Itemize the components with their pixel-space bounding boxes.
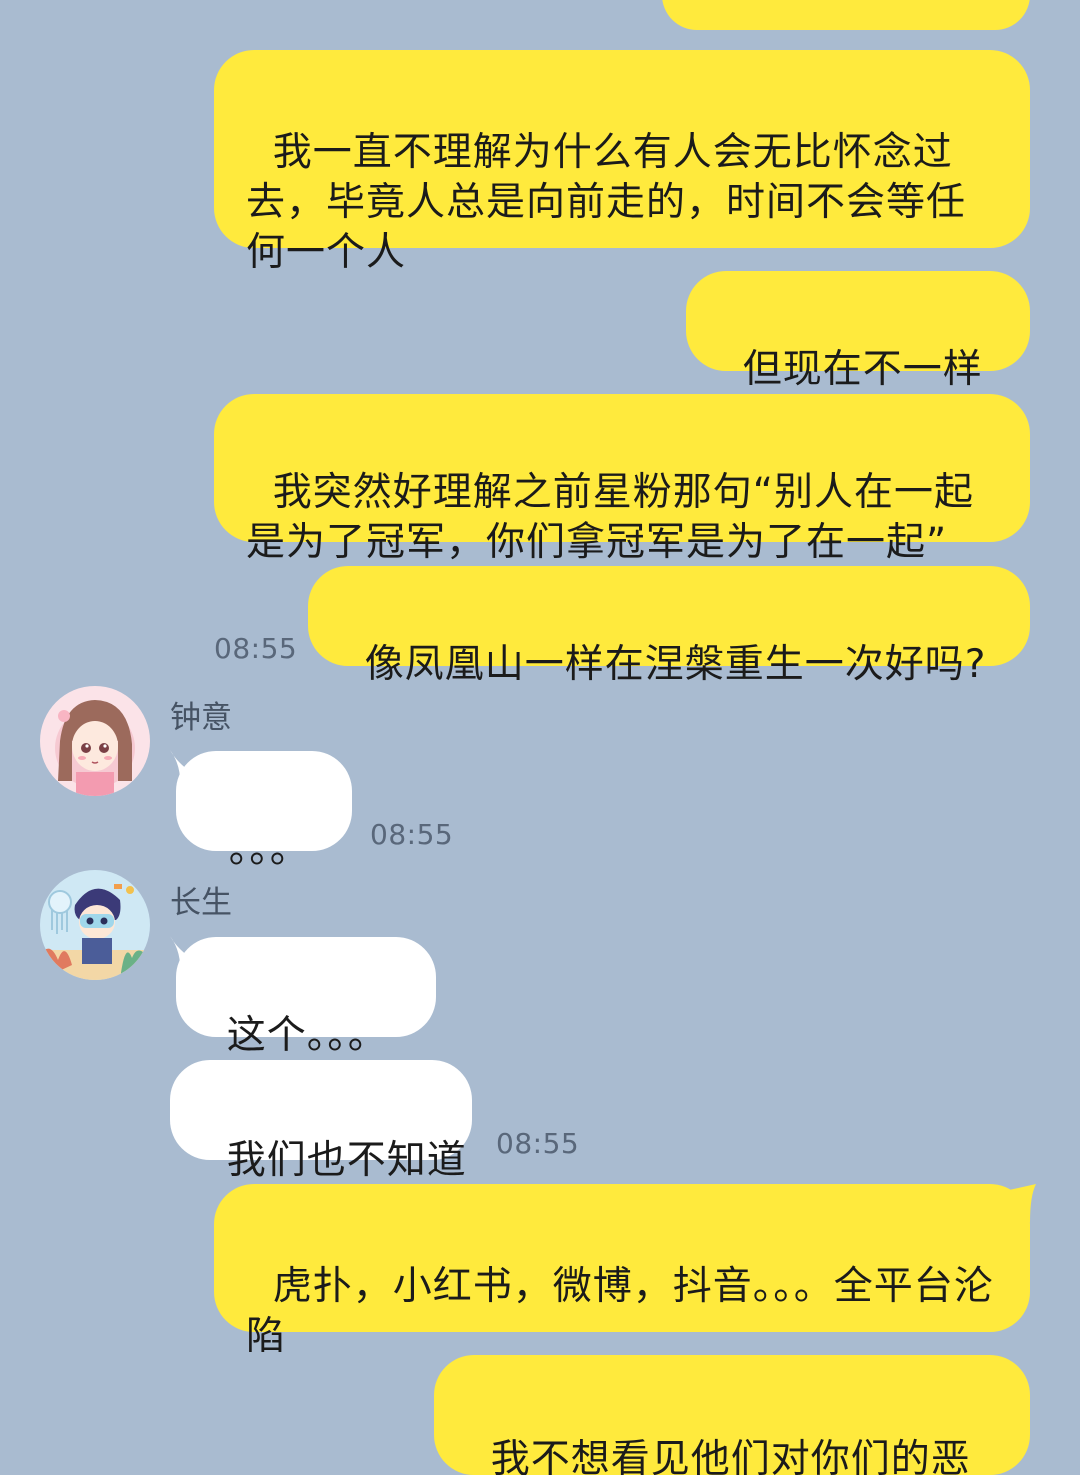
message-bubble-theirs[interactable]: 这个。。。: [176, 937, 436, 1058]
message-text: 我一直不理解为什么有人会无比怀念过去，毕竟人总是向前走的，时间不会等任何一个人: [246, 130, 967, 275]
message-timestamp: 08:55: [214, 632, 298, 665]
anime-boy-ocean-avatar-icon: [40, 870, 150, 980]
message-bubble-mine[interactable]: 像凤凰山一样在涅槃重生一次好吗?: [308, 566, 1030, 687]
message-bubble-mine[interactable]: 我不想看见他们对你们的恶意: [434, 1355, 1030, 1475]
message-bubble-mine[interactable]: 我一直不理解为什么有人会无比怀念过去，毕竟人总是向前走的，时间不会等任何一个人: [214, 50, 1030, 275]
avatar-changsheng[interactable]: [40, 870, 150, 980]
message-bubble-mine[interactable]: 但现在不一样了: [686, 271, 1030, 442]
message-bubble-mine[interactable]: 我突然好理解之前星粉那句“别人在一起是为了冠军，你们拿冠军是为了在一起”: [214, 394, 1030, 565]
message-text: 虎扑，小红书，微博，抖音。。。全平台沦陷: [246, 1264, 994, 1359]
message-text: 这个。。。: [226, 1013, 388, 1058]
message-bubble-mine[interactable]: 虎扑，小红书，微博，抖音。。。全平台沦陷: [214, 1184, 1030, 1359]
message-text: 。。。: [228, 827, 310, 872]
sender-name: 钟意: [170, 700, 232, 736]
message-text: 我们也不知道: [226, 1138, 467, 1183]
anime-girl-avatar-icon: [40, 686, 150, 796]
avatar-zhongyi[interactable]: [40, 686, 150, 796]
message-timestamp: 08:55: [496, 1127, 580, 1160]
message-text: 我突然好理解之前星粉那句“别人在一起是为了冠军，你们拿冠军是为了在一起”: [246, 470, 975, 565]
message-bubble-theirs[interactable]: 。。。: [176, 751, 352, 872]
message-text: 我不想看见他们对你们的恶意: [490, 1437, 971, 1475]
message-text: 像凤凰山一样在涅槃重生一次好吗?: [364, 642, 987, 687]
message-timestamp: 08:55: [370, 818, 454, 851]
message-bubble-partial-top[interactable]: [662, 0, 1030, 30]
message-bubble-theirs[interactable]: 我们也不知道: [170, 1060, 472, 1183]
sender-name: 长生: [170, 885, 232, 921]
